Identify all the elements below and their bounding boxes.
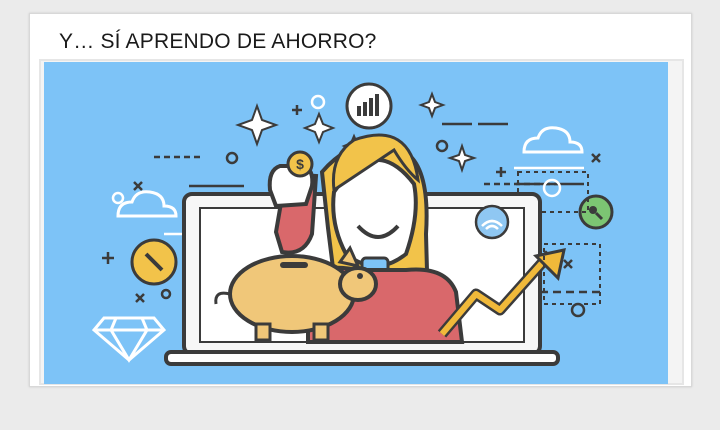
illustration-svg: $	[91, 82, 614, 366]
slide-title: Y… SÍ APRENDO DE AHORRO?	[59, 30, 377, 53]
gauge-icon	[130, 238, 178, 286]
slide-card: Y… SÍ APRENDO DE AHORRO? $	[29, 13, 692, 387]
growth-chart-icon	[345, 82, 393, 130]
wifi-icon	[474, 204, 510, 240]
diamond-icon	[91, 316, 167, 363]
savings-illustration: $	[44, 62, 668, 384]
coin-icon: $	[286, 150, 314, 178]
coin-symbol: $	[296, 156, 304, 172]
image-frame: $	[39, 59, 684, 385]
